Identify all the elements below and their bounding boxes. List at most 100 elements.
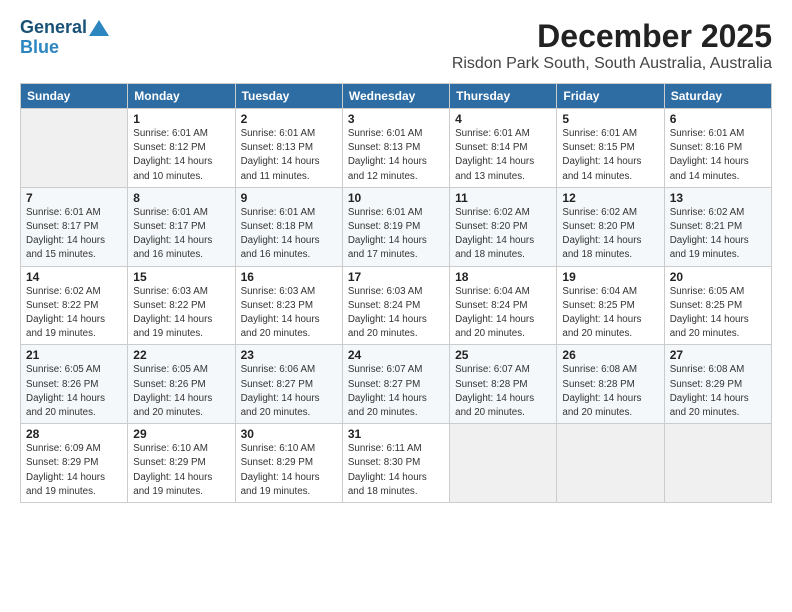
day-info: Sunrise: 6:05 AM Sunset: 8:25 PM Dayligh…: [670, 285, 766, 342]
day-number: 13: [670, 191, 766, 205]
day-number: 10: [348, 191, 444, 205]
header-saturday: Saturday: [664, 84, 771, 109]
day-number: 9: [241, 191, 337, 205]
day-info: Sunrise: 6:02 AM Sunset: 8:20 PM Dayligh…: [455, 206, 551, 263]
day-info: Sunrise: 6:01 AM Sunset: 8:18 PM Dayligh…: [241, 206, 337, 263]
day-info: Sunrise: 6:02 AM Sunset: 8:22 PM Dayligh…: [26, 285, 122, 342]
table-row: 4Sunrise: 6:01 AM Sunset: 8:14 PM Daylig…: [450, 109, 557, 188]
table-row: 30Sunrise: 6:10 AM Sunset: 8:29 PM Dayli…: [235, 424, 342, 503]
day-number: 3: [348, 112, 444, 126]
table-row: [450, 424, 557, 503]
table-row: 11Sunrise: 6:02 AM Sunset: 8:20 PM Dayli…: [450, 187, 557, 266]
table-row: 20Sunrise: 6:05 AM Sunset: 8:25 PM Dayli…: [664, 266, 771, 345]
table-row: 5Sunrise: 6:01 AM Sunset: 8:15 PM Daylig…: [557, 109, 664, 188]
day-info: Sunrise: 6:02 AM Sunset: 8:21 PM Dayligh…: [670, 206, 766, 263]
day-info: Sunrise: 6:11 AM Sunset: 8:30 PM Dayligh…: [348, 442, 444, 499]
day-info: Sunrise: 6:07 AM Sunset: 8:27 PM Dayligh…: [348, 363, 444, 420]
day-info: Sunrise: 6:01 AM Sunset: 8:14 PM Dayligh…: [455, 127, 551, 184]
day-number: 4: [455, 112, 551, 126]
calendar-week-row: 28Sunrise: 6:09 AM Sunset: 8:29 PM Dayli…: [21, 424, 772, 503]
day-info: Sunrise: 6:01 AM Sunset: 8:12 PM Dayligh…: [133, 127, 229, 184]
day-number: 30: [241, 427, 337, 441]
header-wednesday: Wednesday: [342, 84, 449, 109]
table-row: 8Sunrise: 6:01 AM Sunset: 8:17 PM Daylig…: [128, 187, 235, 266]
table-row: 24Sunrise: 6:07 AM Sunset: 8:27 PM Dayli…: [342, 345, 449, 424]
table-row: 31Sunrise: 6:11 AM Sunset: 8:30 PM Dayli…: [342, 424, 449, 503]
table-row: 28Sunrise: 6:09 AM Sunset: 8:29 PM Dayli…: [21, 424, 128, 503]
table-row: [557, 424, 664, 503]
table-row: [664, 424, 771, 503]
table-row: 25Sunrise: 6:07 AM Sunset: 8:28 PM Dayli…: [450, 345, 557, 424]
day-number: 6: [670, 112, 766, 126]
table-row: 22Sunrise: 6:05 AM Sunset: 8:26 PM Dayli…: [128, 345, 235, 424]
table-row: 15Sunrise: 6:03 AM Sunset: 8:22 PM Dayli…: [128, 266, 235, 345]
day-info: Sunrise: 6:03 AM Sunset: 8:22 PM Dayligh…: [133, 285, 229, 342]
day-info: Sunrise: 6:06 AM Sunset: 8:27 PM Dayligh…: [241, 363, 337, 420]
page-title: December 2025: [452, 18, 772, 55]
table-row: [21, 109, 128, 188]
day-number: 15: [133, 270, 229, 284]
logo-blue: Blue: [20, 38, 109, 58]
day-info: Sunrise: 6:01 AM Sunset: 8:17 PM Dayligh…: [26, 206, 122, 263]
day-number: 29: [133, 427, 229, 441]
day-number: 7: [26, 191, 122, 205]
header-sunday: Sunday: [21, 84, 128, 109]
day-number: 22: [133, 348, 229, 362]
calendar-week-row: 14Sunrise: 6:02 AM Sunset: 8:22 PM Dayli…: [21, 266, 772, 345]
table-row: 3Sunrise: 6:01 AM Sunset: 8:13 PM Daylig…: [342, 109, 449, 188]
table-row: 17Sunrise: 6:03 AM Sunset: 8:24 PM Dayli…: [342, 266, 449, 345]
header-tuesday: Tuesday: [235, 84, 342, 109]
day-info: Sunrise: 6:01 AM Sunset: 8:15 PM Dayligh…: [562, 127, 658, 184]
day-info: Sunrise: 6:04 AM Sunset: 8:24 PM Dayligh…: [455, 285, 551, 342]
table-row: 26Sunrise: 6:08 AM Sunset: 8:28 PM Dayli…: [557, 345, 664, 424]
day-number: 20: [670, 270, 766, 284]
table-row: 21Sunrise: 6:05 AM Sunset: 8:26 PM Dayli…: [21, 345, 128, 424]
day-number: 11: [455, 191, 551, 205]
day-info: Sunrise: 6:02 AM Sunset: 8:20 PM Dayligh…: [562, 206, 658, 263]
table-row: 27Sunrise: 6:08 AM Sunset: 8:29 PM Dayli…: [664, 345, 771, 424]
day-number: 17: [348, 270, 444, 284]
day-info: Sunrise: 6:01 AM Sunset: 8:17 PM Dayligh…: [133, 206, 229, 263]
day-number: 21: [26, 348, 122, 362]
day-info: Sunrise: 6:08 AM Sunset: 8:29 PM Dayligh…: [670, 363, 766, 420]
calendar-table: Sunday Monday Tuesday Wednesday Thursday…: [20, 83, 772, 503]
table-row: 14Sunrise: 6:02 AM Sunset: 8:22 PM Dayli…: [21, 266, 128, 345]
day-number: 12: [562, 191, 658, 205]
logo-icon: [89, 20, 109, 36]
header-friday: Friday: [557, 84, 664, 109]
table-row: 6Sunrise: 6:01 AM Sunset: 8:16 PM Daylig…: [664, 109, 771, 188]
day-info: Sunrise: 6:01 AM Sunset: 8:19 PM Dayligh…: [348, 206, 444, 263]
day-number: 2: [241, 112, 337, 126]
day-number: 1: [133, 112, 229, 126]
day-number: 25: [455, 348, 551, 362]
day-info: Sunrise: 6:05 AM Sunset: 8:26 PM Dayligh…: [133, 363, 229, 420]
day-info: Sunrise: 6:07 AM Sunset: 8:28 PM Dayligh…: [455, 363, 551, 420]
table-row: 16Sunrise: 6:03 AM Sunset: 8:23 PM Dayli…: [235, 266, 342, 345]
day-number: 5: [562, 112, 658, 126]
logo: General Blue: [20, 18, 109, 58]
day-number: 18: [455, 270, 551, 284]
table-row: 19Sunrise: 6:04 AM Sunset: 8:25 PM Dayli…: [557, 266, 664, 345]
day-number: 16: [241, 270, 337, 284]
table-row: 23Sunrise: 6:06 AM Sunset: 8:27 PM Dayli…: [235, 345, 342, 424]
day-info: Sunrise: 6:05 AM Sunset: 8:26 PM Dayligh…: [26, 363, 122, 420]
logo-general: General: [20, 18, 87, 38]
day-info: Sunrise: 6:01 AM Sunset: 8:13 PM Dayligh…: [348, 127, 444, 184]
day-info: Sunrise: 6:03 AM Sunset: 8:23 PM Dayligh…: [241, 285, 337, 342]
table-row: 18Sunrise: 6:04 AM Sunset: 8:24 PM Dayli…: [450, 266, 557, 345]
header-thursday: Thursday: [450, 84, 557, 109]
table-row: 12Sunrise: 6:02 AM Sunset: 8:20 PM Dayli…: [557, 187, 664, 266]
day-number: 31: [348, 427, 444, 441]
table-row: 13Sunrise: 6:02 AM Sunset: 8:21 PM Dayli…: [664, 187, 771, 266]
table-row: 1Sunrise: 6:01 AM Sunset: 8:12 PM Daylig…: [128, 109, 235, 188]
header-monday: Monday: [128, 84, 235, 109]
page-subtitle: Risdon Park South, South Australia, Aust…: [452, 55, 772, 73]
table-row: 7Sunrise: 6:01 AM Sunset: 8:17 PM Daylig…: [21, 187, 128, 266]
day-number: 14: [26, 270, 122, 284]
calendar-week-row: 7Sunrise: 6:01 AM Sunset: 8:17 PM Daylig…: [21, 187, 772, 266]
day-number: 23: [241, 348, 337, 362]
day-info: Sunrise: 6:01 AM Sunset: 8:13 PM Dayligh…: [241, 127, 337, 184]
table-row: 2Sunrise: 6:01 AM Sunset: 8:13 PM Daylig…: [235, 109, 342, 188]
calendar-week-row: 1Sunrise: 6:01 AM Sunset: 8:12 PM Daylig…: [21, 109, 772, 188]
calendar-header-row: Sunday Monday Tuesday Wednesday Thursday…: [21, 84, 772, 109]
